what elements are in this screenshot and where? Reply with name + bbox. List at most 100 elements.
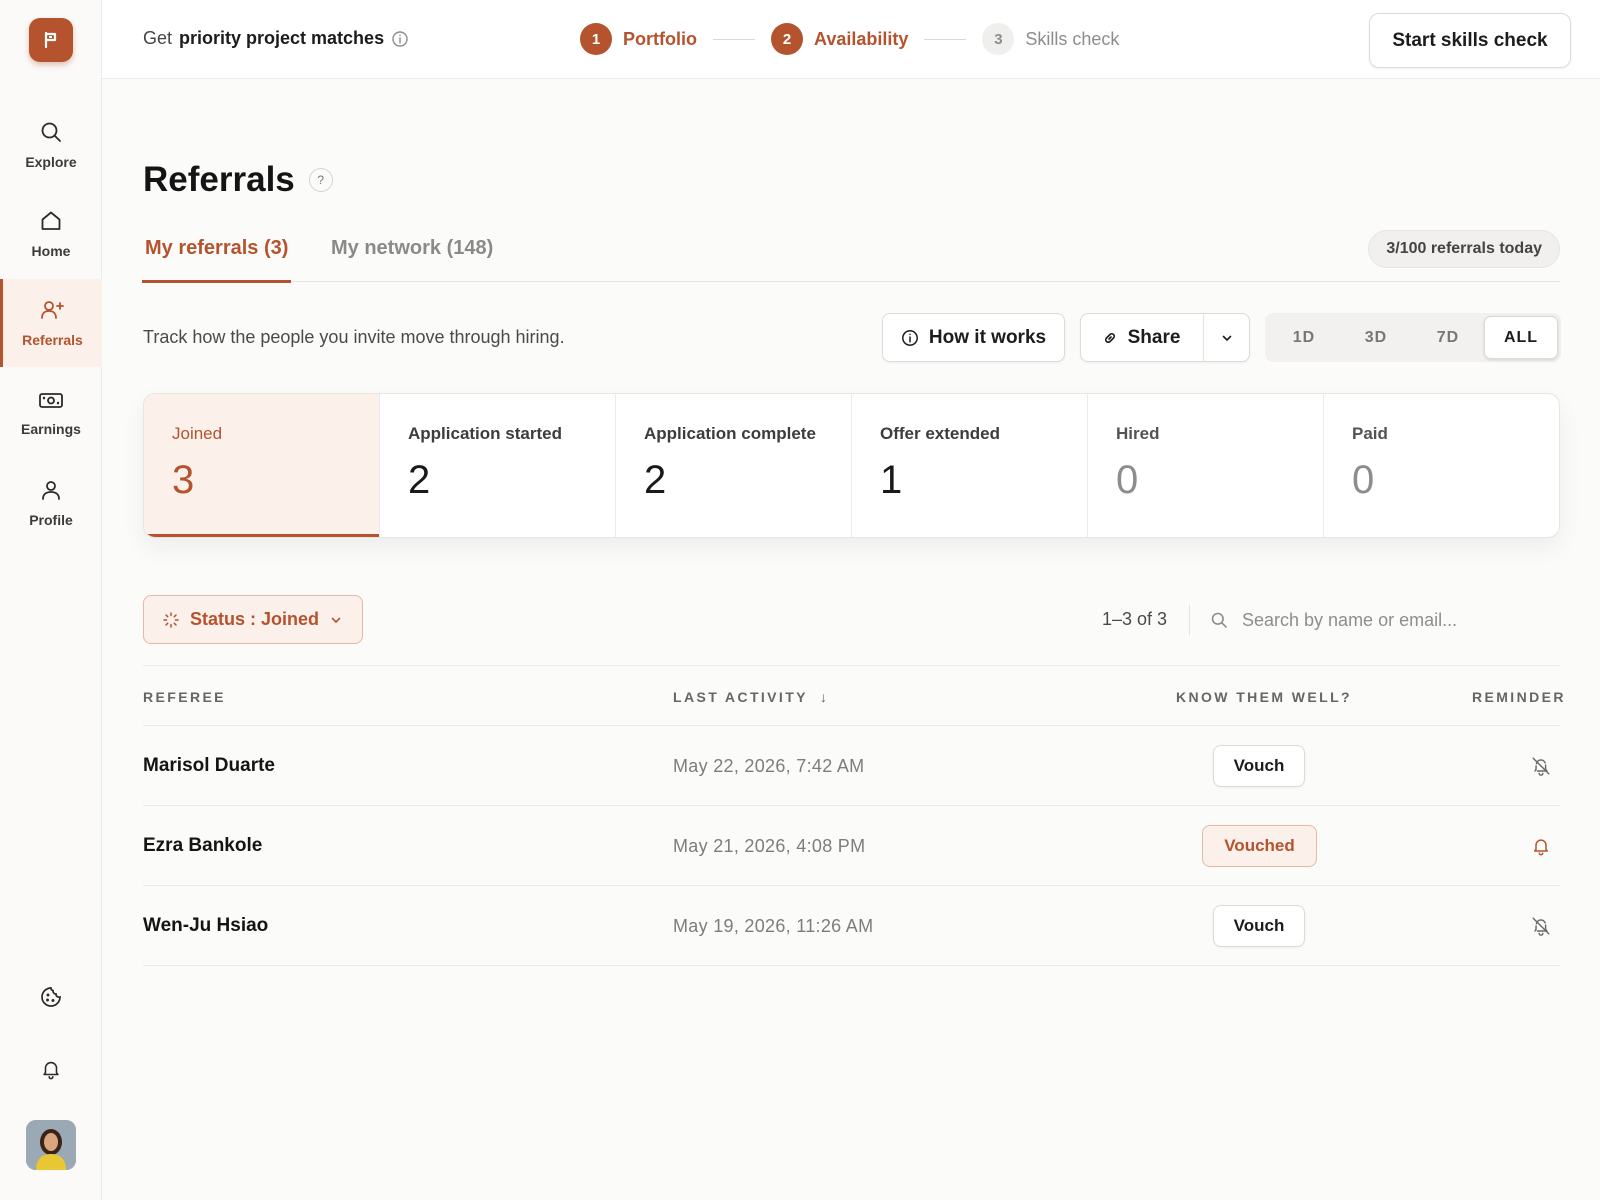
- column-header-referee[interactable]: REFEREE: [143, 689, 226, 705]
- start-skills-check-button[interactable]: Start skills check: [1369, 13, 1571, 68]
- money-icon: [39, 393, 63, 408]
- status-filter-dropdown[interactable]: Status : Joined: [143, 595, 363, 644]
- app-logo[interactable]: [29, 18, 73, 62]
- referee-name: Marisol Duarte: [143, 755, 275, 776]
- tab-my-referrals[interactable]: My referrals (3): [141, 237, 292, 283]
- search-box: [1210, 598, 1560, 642]
- range-1d[interactable]: 1D: [1268, 316, 1340, 359]
- table-row[interactable]: Marisol Duarte May 22, 2026, 7:42 AM Vou…: [143, 726, 1560, 806]
- share-options-toggle[interactable]: [1203, 314, 1250, 361]
- add-user-icon: [40, 301, 64, 319]
- loader-icon: [163, 611, 179, 628]
- referee-name: Wen-Ju Hsiao: [143, 915, 269, 936]
- cookie-settings-button[interactable]: [38, 984, 64, 1010]
- onboarding-stepper: 1 Portfolio 2 Availability 3 Skills chec…: [580, 23, 1119, 55]
- toolbar-divider: [1189, 605, 1190, 635]
- page-subtitle: Track how the people you invite move thr…: [143, 327, 565, 347]
- column-header-label: LAST ACTIVITY: [673, 689, 808, 705]
- range-7d[interactable]: 7D: [1412, 316, 1484, 359]
- search-icon: [1211, 612, 1227, 628]
- bell-off-icon: [1532, 757, 1550, 776]
- step-label: Availability: [814, 28, 909, 49]
- flag-icon: [44, 31, 57, 49]
- step-availability[interactable]: 2 Availability: [771, 23, 908, 55]
- bell-off-icon: [1532, 917, 1550, 936]
- tab-my-network[interactable]: My network (148): [331, 237, 493, 260]
- reminder-toggle[interactable]: [1529, 914, 1553, 938]
- funnel-stage-application-complete[interactable]: Application complete 2: [616, 394, 852, 537]
- reminder-toggle[interactable]: [1529, 754, 1553, 778]
- share-button[interactable]: Share: [1080, 313, 1250, 362]
- stage-label: Hired: [1116, 424, 1160, 443]
- sidebar-item-label: Profile: [29, 512, 73, 528]
- table-row[interactable]: Ezra Bankole May 21, 2026, 4:08 PM Vouch…: [143, 806, 1560, 886]
- avatar[interactable]: [26, 1120, 76, 1170]
- table-row[interactable]: Wen-Ju Hsiao May 19, 2026, 11:26 AM Vouc…: [143, 886, 1560, 966]
- sidebar-item-home[interactable]: Home: [0, 190, 102, 278]
- vouch-button[interactable]: Vouch: [1213, 745, 1305, 787]
- user-avatar-image: [26, 1120, 76, 1170]
- promo-text: priority project matches: [179, 28, 385, 48]
- top-bar: Get priority project matches 1 Portfolio…: [102, 0, 1600, 79]
- stage-label: Paid: [1352, 424, 1388, 443]
- priority-matches-promo: Get priority project matches: [143, 28, 409, 49]
- stage-count: 2: [644, 458, 667, 502]
- vouch-button[interactable]: Vouch: [1213, 905, 1305, 947]
- column-header-last-activity[interactable]: LAST ACTIVITY ↓: [673, 689, 827, 705]
- daily-referral-count-badge: 3/100 referrals today: [1368, 230, 1560, 268]
- sidebar: Explore Home Referrals Earnings Profile: [0, 0, 102, 1200]
- column-header-know-them-well: KNOW THEM WELL?: [1176, 689, 1352, 705]
- stage-label: Joined: [172, 424, 223, 443]
- funnel-stage-paid[interactable]: Paid 0: [1324, 394, 1559, 537]
- last-activity-date: May 21, 2026, 4:08 PM: [673, 836, 866, 856]
- sidebar-item-explore[interactable]: Explore: [0, 101, 102, 189]
- time-range-selector: 1D 3D 7D ALL: [1265, 313, 1561, 362]
- cookie-icon: [41, 987, 61, 1007]
- step-connector: [924, 38, 967, 40]
- sidebar-item-profile[interactable]: Profile: [0, 459, 102, 547]
- stage-label: Application started: [408, 424, 562, 443]
- step-portfolio[interactable]: 1 Portfolio: [580, 23, 697, 55]
- chevron-down-icon: [1222, 335, 1231, 341]
- step-number: 1: [580, 23, 612, 55]
- step-number: 3: [982, 23, 1015, 55]
- notifications-button[interactable]: [38, 1056, 64, 1082]
- funnel-stage-application-started[interactable]: Application started 2: [380, 394, 616, 537]
- funnel-stage-hired[interactable]: Hired 0: [1088, 394, 1324, 537]
- sidebar-item-earnings[interactable]: Earnings: [0, 369, 102, 457]
- sidebar-item-label: Referrals: [22, 332, 83, 348]
- stage-count: 0: [1116, 458, 1139, 502]
- bell-icon: [1534, 839, 1548, 856]
- info-icon[interactable]: [391, 30, 409, 48]
- help-icon[interactable]: ?: [308, 168, 333, 192]
- sort-arrow-icon: ↓: [819, 689, 827, 705]
- step-number: 2: [771, 23, 803, 55]
- promo-prefix: Get: [143, 28, 173, 48]
- stage-label: Offer extended: [880, 424, 1000, 443]
- last-activity-date: May 19, 2026, 11:26 AM: [673, 916, 874, 936]
- funnel-stage-joined[interactable]: Joined 3: [144, 394, 380, 537]
- page-title-text: Referrals: [143, 160, 295, 199]
- referral-funnel: Joined 3 Application started 2 Applicati…: [143, 393, 1560, 538]
- step-skills-check[interactable]: 3 Skills check: [982, 23, 1119, 55]
- stage-count: 2: [408, 458, 431, 502]
- referral-tabs: My referrals (3) My network (148) 3/100 …: [141, 225, 1560, 283]
- stage-label: Application complete: [644, 424, 816, 443]
- referrals-table: REFEREE LAST ACTIVITY ↓ KNOW THEM WELL? …: [143, 665, 1563, 966]
- referee-name: Ezra Bankole: [143, 835, 263, 856]
- sidebar-item-referrals[interactable]: Referrals: [0, 279, 102, 367]
- reminder-toggle[interactable]: [1529, 834, 1553, 858]
- stage-count: 1: [880, 458, 903, 502]
- how-it-works-button[interactable]: How it works: [882, 313, 1065, 362]
- sidebar-item-label: Home: [31, 243, 71, 259]
- funnel-stage-offer-extended[interactable]: Offer extended 1: [852, 394, 1088, 537]
- user-icon: [42, 481, 60, 500]
- range-all[interactable]: ALL: [1484, 316, 1558, 359]
- range-3d[interactable]: 3D: [1340, 316, 1412, 359]
- vouched-badge[interactable]: Vouched: [1202, 825, 1317, 867]
- home-icon: [41, 211, 61, 230]
- stage-count: 0: [1352, 458, 1375, 502]
- search-input[interactable]: [1242, 609, 1542, 631]
- step-label: Portfolio: [623, 28, 697, 49]
- info-icon: [901, 329, 918, 346]
